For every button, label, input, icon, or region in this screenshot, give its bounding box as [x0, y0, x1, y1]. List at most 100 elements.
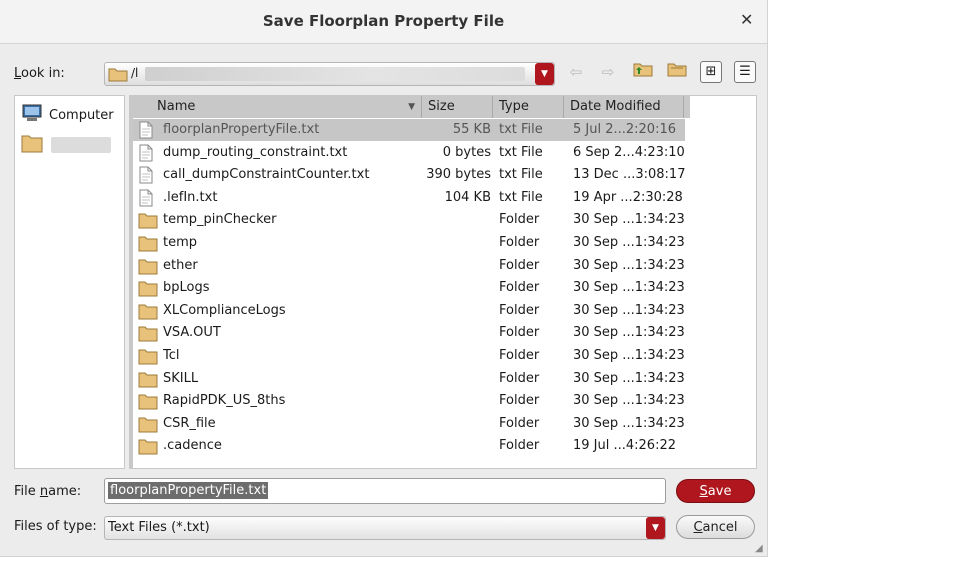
file-name-cell: call_dumpConstraintCounter.txt	[163, 167, 370, 183]
file-list[interactable]: Name ▼ Size Type Date Modified floorplanP…	[129, 95, 757, 469]
file-date-cell: 30 Sep ...1:34:23	[573, 370, 685, 386]
sidebar-item-label-redacted	[51, 137, 111, 153]
folder-icon	[138, 234, 158, 256]
file-date-cell: 30 Sep ...1:34:23	[573, 348, 685, 363]
file-date-cell: 30 Sep ...1:34:23	[573, 415, 685, 431]
files-of-type-value: Text Files (*.txt)	[108, 520, 210, 535]
sidebar-item-home[interactable]	[21, 134, 111, 156]
folder-icon	[138, 437, 158, 459]
file-name-input[interactable]: floorplanPropertyFile.txt	[104, 478, 666, 504]
column-header-name[interactable]: Name ▼	[151, 96, 422, 118]
text-file-icon	[138, 144, 154, 166]
look-in-combo[interactable]: /l	[104, 62, 555, 86]
text-file-icon	[138, 121, 154, 143]
table-row[interactable]: .cadence Folder 19 Jul ...4:26:22	[133, 435, 685, 457]
title-bar: Save Floorplan Property File ✕	[0, 0, 767, 44]
places-sidebar: Computer	[14, 95, 125, 469]
table-row[interactable]: RapidPDK_US_8ths Folder 30 Sep ...1:34:23	[133, 390, 685, 412]
folder-icon	[138, 279, 158, 301]
file-name-cell: ether	[163, 257, 198, 273]
file-name-value: floorplanPropertyFile.txt	[108, 482, 269, 499]
file-name-cell: floorplanPropertyFile.txt	[163, 122, 320, 137]
table-row[interactable]: CSR_file Folder 30 Sep ...1:34:23	[133, 413, 685, 435]
file-name-cell: CSR_file	[163, 415, 216, 431]
file-name-cell: temp	[163, 235, 198, 250]
file-type-cell: Folder	[499, 325, 540, 341]
file-type-cell: Folder	[499, 235, 540, 250]
folder-icon	[138, 211, 158, 233]
look-in-path: /l	[131, 66, 139, 80]
look-in-dropdown-button[interactable]: ▼	[535, 63, 554, 85]
column-header-date-modified[interactable]: Date Modified	[564, 96, 684, 118]
dialog-title: Save Floorplan Property File	[262, 12, 505, 30]
file-list-header: Name ▼ Size Type Date Modified	[130, 96, 690, 118]
file-type-cell: Folder	[499, 302, 540, 318]
column-header-size[interactable]: Size	[422, 96, 493, 118]
grid-view-icon[interactable]: ⊞	[700, 61, 722, 83]
file-name-cell: Tcl	[163, 348, 180, 363]
folder-icon	[138, 302, 158, 324]
column-header-type[interactable]: Type	[493, 96, 564, 118]
file-date-cell: 30 Sep ...1:34:23	[573, 325, 685, 341]
new-folder-icon[interactable]	[666, 61, 688, 83]
folder-icon	[108, 66, 128, 86]
file-type-cell: Folder	[499, 348, 540, 363]
file-size-cell: 104 KB	[444, 189, 491, 205]
folder-icon	[138, 347, 158, 369]
table-row[interactable]: dump_routing_constraint.txt 0 bytes txt Fi…	[133, 142, 685, 164]
file-name-cell: XLComplianceLogs	[163, 302, 286, 318]
file-name-cell: .lefIn.txt	[163, 189, 218, 205]
forward-arrow-icon[interactable]: ⇨	[597, 61, 619, 83]
folder-icon	[138, 257, 158, 279]
table-row[interactable]: VSA.OUT Folder 30 Sep ...1:34:23	[133, 322, 685, 344]
save-button[interactable]: Save	[676, 479, 755, 503]
folder-icon	[21, 133, 43, 157]
close-icon[interactable]: ✕	[740, 10, 753, 29]
file-date-cell: 30 Sep ...1:34:23	[573, 235, 685, 250]
folder-icon	[138, 324, 158, 346]
table-row[interactable]: Tcl Folder 30 Sep ...1:34:23	[133, 345, 685, 367]
table-row[interactable]: call_dumpConstraintCounter.txt 390 bytes t…	[133, 164, 685, 186]
files-of-type-label: Files of type:	[14, 519, 97, 534]
file-type-cell: Folder	[499, 438, 540, 454]
table-row[interactable]: XLComplianceLogs Folder 30 Sep ...1:34:23	[133, 300, 685, 322]
file-size-cell: 55 KB	[452, 122, 491, 137]
file-type-cell: Folder	[499, 257, 540, 273]
resize-grip-icon[interactable]: ◢	[755, 543, 763, 554]
table-row[interactable]: bpLogs Folder 30 Sep ...1:34:23	[133, 277, 685, 299]
file-date-cell: 5 Jul 2...2:20:16	[573, 122, 677, 137]
text-file-icon	[138, 166, 154, 188]
file-size-cell: 0 bytes	[442, 144, 491, 160]
sidebar-item-computer[interactable]: Computer	[21, 104, 114, 126]
table-row[interactable]: temp Folder 30 Sep ...1:34:23	[133, 232, 685, 254]
table-row[interactable]: temp_pinChecker Folder 30 Sep ...1:34:23	[133, 209, 685, 231]
files-of-type-combo[interactable]: Text Files (*.txt)	[104, 516, 666, 540]
cancel-button[interactable]: Cancel	[676, 515, 755, 539]
look-in-path-redacted	[145, 67, 525, 81]
table-row[interactable]: .lefIn.txt 104 KB txt File 19 Apr ...2:30:2…	[133, 187, 685, 209]
folder-icon	[138, 370, 158, 392]
parent-folder-icon[interactable]	[632, 61, 654, 83]
file-name-cell: dump_routing_constraint.txt	[163, 144, 348, 160]
back-arrow-icon[interactable]: ⇦	[565, 61, 587, 83]
file-type-cell: Folder	[499, 415, 540, 431]
file-type-cell: txt File	[499, 122, 543, 137]
files-of-type-dropdown-button[interactable]: ▼	[646, 517, 665, 539]
folder-icon	[138, 392, 158, 414]
save-file-dialog: Save Floorplan Property File ✕ Look in: …	[0, 0, 768, 557]
file-date-cell: 30 Sep ...1:34:23	[573, 280, 685, 296]
detail-view-icon[interactable]: ☰	[734, 61, 756, 83]
file-name-cell: SKILL	[163, 370, 199, 386]
table-row[interactable]: SKILL Folder 30 Sep ...1:34:23	[133, 368, 685, 390]
table-row[interactable]: floorplanPropertyFile.txt 55 KB txt File 5 …	[133, 119, 685, 141]
file-size-cell: 390 bytes	[426, 167, 491, 183]
table-row[interactable]: ether Folder 30 Sep ...1:34:23	[133, 255, 685, 277]
file-name-cell: VSA.OUT	[163, 325, 221, 341]
look-in-label: Look in:	[14, 66, 65, 81]
file-type-cell: Folder	[499, 393, 540, 409]
text-file-icon	[138, 189, 154, 211]
sort-down-icon: ▼	[408, 102, 415, 112]
file-date-cell: 30 Sep ...1:34:23	[573, 302, 685, 318]
file-date-cell: 6 Sep 2...4:23:10	[573, 144, 685, 160]
file-name-cell: .cadence	[163, 438, 222, 454]
